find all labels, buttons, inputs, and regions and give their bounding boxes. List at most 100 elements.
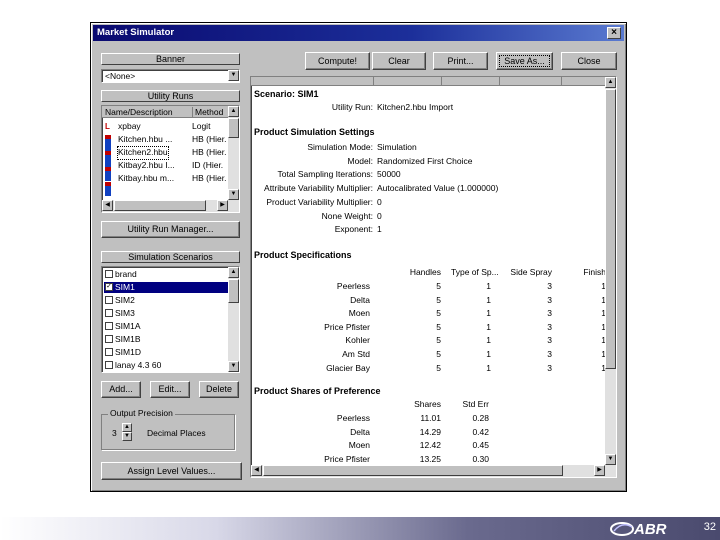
stderr-column-header: Std Err bbox=[462, 399, 489, 409]
spec-value: 1 bbox=[601, 308, 606, 319]
scroll-thumb[interactable] bbox=[228, 279, 239, 303]
utility-runs-hscroll[interactable]: ◀ ▶ bbox=[102, 200, 239, 212]
scenario-checkbox[interactable] bbox=[105, 361, 113, 369]
setting-value: 50000 bbox=[377, 169, 401, 180]
scroll-right-icon[interactable]: ▶ bbox=[217, 200, 228, 211]
share-product-name: Peerless bbox=[336, 413, 370, 423]
utility-run-row[interactable]: Kitchen2.hbu HB (Hier. bbox=[117, 146, 226, 160]
report-pane[interactable]: Scenario: SIM1 Utility Run: Kitchen2.hbu… bbox=[250, 76, 617, 478]
share-stderr: 0.45 bbox=[472, 440, 489, 451]
utility-run-row[interactable]: Kitbay2.hbu I... ID (Hier. bbox=[118, 160, 223, 172]
spec-value: 1 bbox=[601, 281, 606, 291]
scenarios-vscroll[interactable]: ▲ ▼ bbox=[228, 267, 239, 372]
scroll-up-icon[interactable]: ▲ bbox=[228, 267, 239, 278]
window-close-button[interactable]: × bbox=[607, 27, 621, 39]
scroll-up-icon[interactable]: ▲ bbox=[228, 106, 239, 117]
scenario-checkbox[interactable] bbox=[105, 296, 113, 304]
spec-value: 3 bbox=[547, 349, 552, 359]
setting-value: Randomized First Choice bbox=[377, 155, 473, 166]
precision-value[interactable]: 3 bbox=[112, 428, 117, 438]
utility-run-row[interactable]: xpbay Logit bbox=[118, 121, 210, 133]
scenario-checkbox[interactable] bbox=[105, 270, 113, 278]
scroll-left-icon[interactable]: ◀ bbox=[251, 465, 262, 476]
add-scenario-button[interactable]: Add... bbox=[101, 381, 141, 398]
spec-value: 3 bbox=[547, 281, 552, 291]
scenario-label: brand bbox=[115, 269, 137, 279]
scenario-checkbox[interactable] bbox=[105, 309, 113, 317]
hscroll-thumb[interactable] bbox=[263, 465, 563, 476]
spec-value: 1 bbox=[486, 321, 491, 332]
utility-run-row[interactable]: Kitbay.hbu m... HB (Hier. bbox=[118, 173, 226, 185]
utility-run-manager-button[interactable]: Utility Run Manager... bbox=[101, 221, 240, 238]
market-simulator-window: Market Simulator × Banner <None> ▼ Utili… bbox=[90, 22, 627, 492]
spin-up-icon[interactable]: ▲ bbox=[122, 423, 132, 432]
utility-run-name: Kitbay2.hbu I... bbox=[118, 160, 175, 170]
scroll-down-icon[interactable]: ▼ bbox=[605, 454, 616, 465]
spec-column-header: Type of Sp... bbox=[451, 267, 499, 277]
scenario-item[interactable]: SIM1A bbox=[104, 321, 228, 332]
report-hscroll[interactable]: ◀ ▶ bbox=[251, 465, 616, 477]
spec-value: 1 bbox=[601, 321, 606, 332]
share-stderr: 0.30 bbox=[472, 453, 489, 464]
share-value: 14.29 bbox=[419, 426, 441, 437]
scenario-item[interactable]: ✓ SIM1 bbox=[104, 282, 228, 293]
spec-value: 1 bbox=[601, 335, 606, 346]
utility-run-name: Kitchen2.hbu bbox=[118, 147, 168, 157]
scroll-down-icon[interactable]: ▼ bbox=[228, 189, 239, 200]
scenario-item[interactable]: SIM1D bbox=[104, 347, 228, 358]
clear-button[interactable]: Clear bbox=[372, 52, 426, 70]
save-as-button[interactable]: Save As... bbox=[496, 52, 553, 70]
scenario-item[interactable]: SIM3 bbox=[104, 308, 228, 319]
scroll-thumb[interactable] bbox=[605, 89, 616, 369]
setting-value: Simulation bbox=[377, 142, 417, 152]
delete-scenario-button[interactable]: Delete bbox=[199, 381, 239, 398]
scroll-up-icon[interactable]: ▲ bbox=[605, 77, 616, 88]
utility-run-name: Kitchen.hbu ... bbox=[118, 134, 173, 144]
precision-spinner[interactable]: ▲ ▼ bbox=[122, 423, 132, 441]
scenario-label: SIM3 bbox=[115, 308, 135, 318]
spec-column-header: Finish bbox=[583, 267, 606, 277]
banner-dropdown-arrow-icon[interactable]: ▼ bbox=[228, 70, 239, 81]
utility-run-status-icon: L bbox=[105, 122, 114, 198]
output-precision-group: Output Precision 3 ▲ ▼ Decimal Places bbox=[101, 408, 235, 450]
assign-level-values-button[interactable]: Assign Level Values... bbox=[101, 462, 242, 480]
utility-run-name: xpbay bbox=[118, 121, 141, 131]
svg-text:L: L bbox=[105, 122, 110, 131]
report-vscroll[interactable]: ▲ ▼ bbox=[605, 77, 616, 465]
utility-run-row[interactable]: Kitchen.hbu ... HB (Hier. bbox=[118, 134, 226, 146]
utility-runs-list[interactable]: Name/Description Method L xpbay Logit Ki… bbox=[101, 105, 240, 213]
utility-runs-label: Utility Runs bbox=[101, 90, 240, 102]
scroll-left-icon[interactable]: ◀ bbox=[102, 200, 113, 211]
scenarios-list[interactable]: brand ✓ SIM1 SIM2 SIM3 SIM1A SIM1B SIM1D lanay 4… bbox=[101, 266, 240, 373]
spec-value: 1 bbox=[486, 281, 491, 291]
scenario-item[interactable]: SIM2 bbox=[104, 295, 228, 306]
col-method-header[interactable]: Method bbox=[192, 107, 223, 117]
scenario-checkbox[interactable]: ✓ bbox=[105, 283, 113, 291]
scroll-thumb[interactable] bbox=[228, 118, 239, 138]
share-product-name: Delta bbox=[350, 426, 370, 437]
spec-product-name: Kohler bbox=[345, 335, 370, 346]
column-divider bbox=[441, 77, 442, 86]
scenario-checkbox[interactable] bbox=[105, 335, 113, 343]
utility-runs-vscroll[interactable]: ▲ ▼ bbox=[228, 106, 239, 200]
scenario-label: SIM1B bbox=[115, 334, 141, 344]
scenario-checkbox[interactable] bbox=[105, 322, 113, 330]
print-button[interactable]: Print... bbox=[433, 52, 488, 70]
scenario-item[interactable]: SIM1B bbox=[104, 334, 228, 345]
hscroll-thumb[interactable] bbox=[114, 200, 206, 211]
compute-button[interactable]: Compute! bbox=[305, 52, 370, 70]
spec-value: 5 bbox=[436, 308, 441, 319]
scenario-line: Scenario: SIM1 bbox=[254, 89, 319, 99]
close-button[interactable]: Close bbox=[561, 52, 617, 70]
scenario-checkbox[interactable] bbox=[105, 348, 113, 356]
scroll-down-icon[interactable]: ▼ bbox=[228, 361, 239, 372]
scroll-right-icon[interactable]: ▶ bbox=[594, 465, 605, 476]
utility-run-name: Kitbay.hbu m... bbox=[118, 173, 175, 183]
banner-dropdown[interactable]: <None> ▼ bbox=[101, 69, 240, 83]
edit-scenario-button[interactable]: Edit... bbox=[150, 381, 190, 398]
col-name-header[interactable]: Name/Description bbox=[105, 107, 173, 117]
spec-column-header: Side Spray bbox=[510, 267, 552, 277]
scenario-item[interactable]: lanay 4.3 60 bbox=[104, 360, 228, 371]
spin-down-icon[interactable]: ▼ bbox=[122, 432, 132, 441]
scenario-item[interactable]: brand bbox=[104, 269, 228, 280]
